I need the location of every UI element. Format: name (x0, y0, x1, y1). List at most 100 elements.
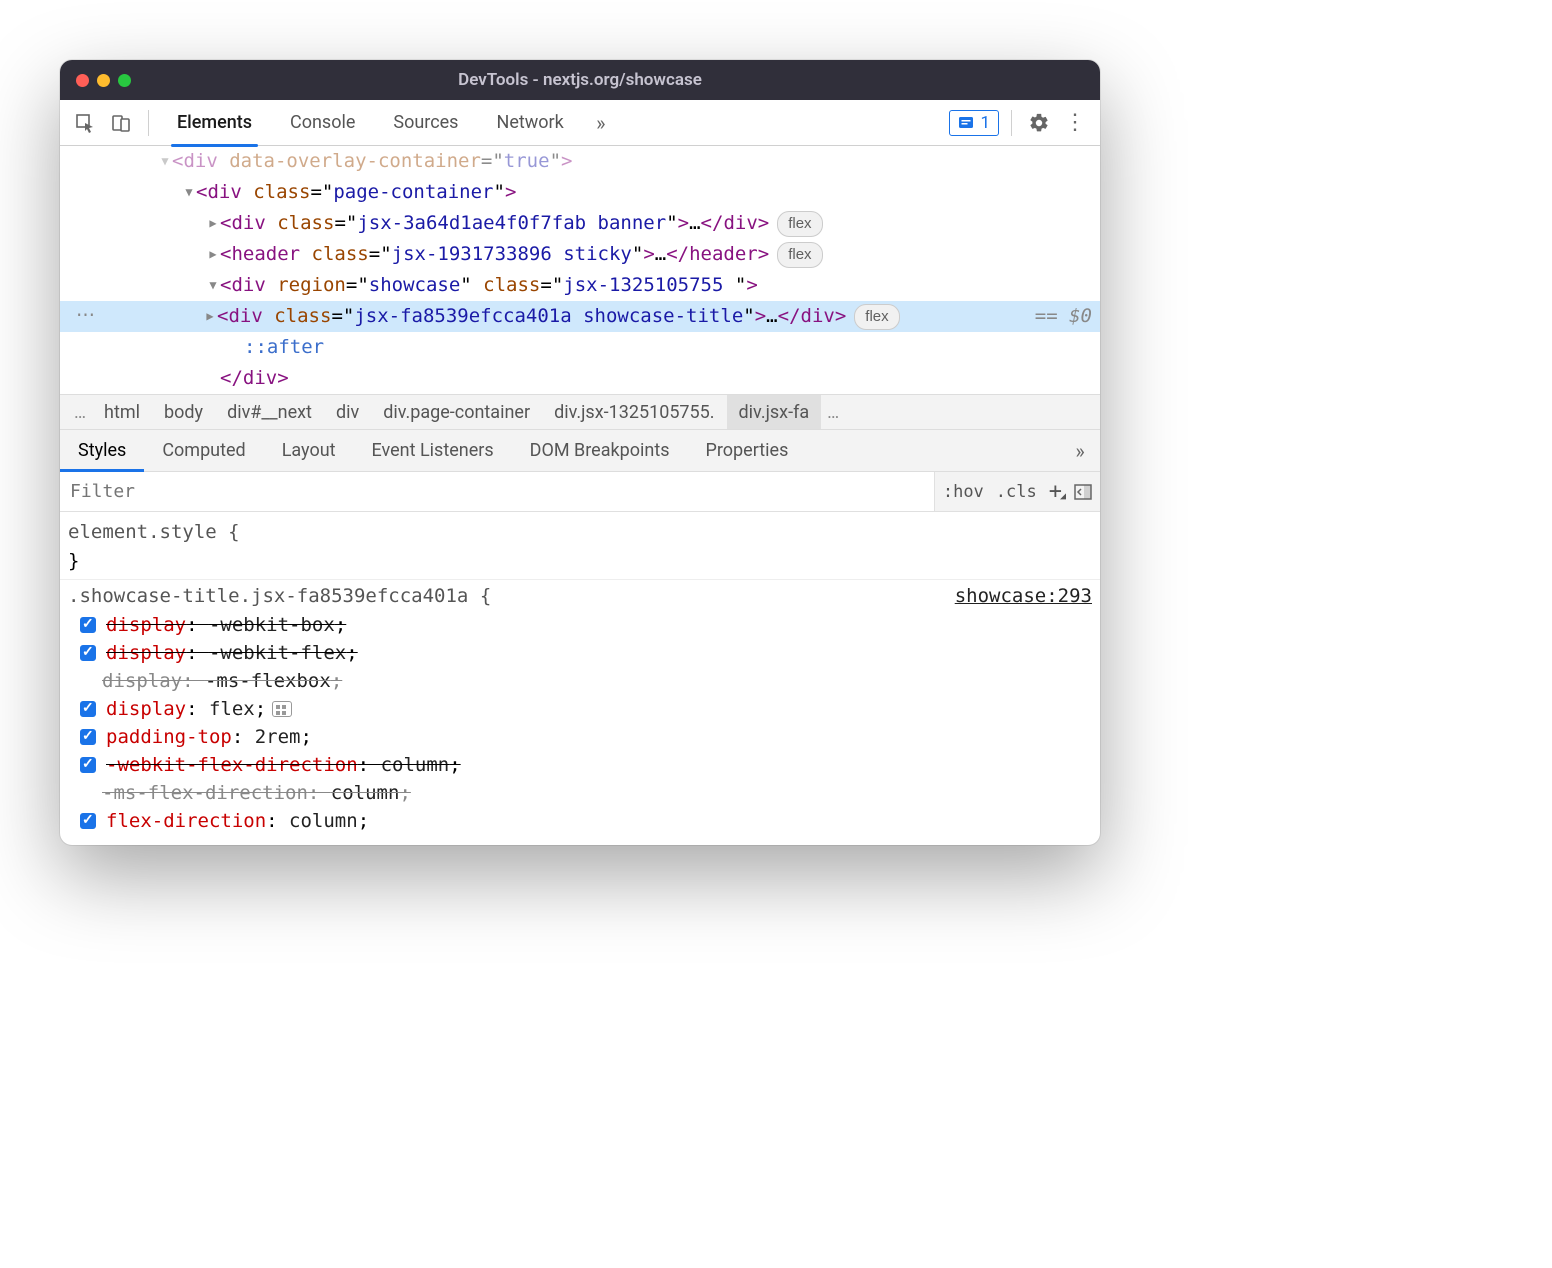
css-value: column (289, 810, 358, 832)
dom-row[interactable]: ▼<div region="showcase" class="jsx-13251… (60, 270, 1100, 301)
tab-sources[interactable]: Sources (377, 100, 474, 146)
styles-pane: element.style { } .showcase-title.jsx-fa… (60, 512, 1100, 845)
breadcrumb-leading-overflow[interactable]: … (68, 402, 92, 423)
selected-dollar-zero: == $0 (1035, 301, 1100, 331)
kebab-menu-icon[interactable]: ⋮ (1060, 108, 1090, 138)
close-window-button[interactable] (76, 74, 89, 87)
breadcrumb-item-selected[interactable]: div.jsx-fa (727, 395, 822, 429)
subtab-layout[interactable]: Layout (264, 430, 354, 471)
dom-node-html: <div class="jsx-fa8539efcca401a showcase… (217, 301, 846, 331)
row-actions-icon[interactable]: ⋯ (70, 301, 97, 331)
dom-node-html: ::after (244, 332, 324, 362)
breadcrumb-item[interactable]: body (152, 395, 215, 429)
dom-row[interactable]: ▶<div class="jsx-3a64d1ae4f0f7fab banner… (60, 208, 1100, 239)
selector-text: element.style (68, 518, 217, 547)
source-link[interactable]: showcase:293 (955, 582, 1092, 611)
breadcrumb-trailing-overflow[interactable]: … (821, 402, 845, 423)
dom-node-html: </div> (220, 363, 289, 393)
dom-row[interactable]: ::after (60, 332, 1100, 363)
layout-badge[interactable]: flex (777, 242, 822, 268)
css-value: flex (209, 698, 255, 720)
css-property: display (102, 670, 182, 692)
dom-row[interactable]: ▼<div class="page-container"> (60, 177, 1100, 208)
subtab-styles[interactable]: Styles (60, 430, 144, 471)
separator (148, 110, 149, 136)
settings-icon[interactable] (1024, 108, 1054, 138)
styles-filter-bar: :hov .cls +◢ (60, 472, 1100, 512)
expand-twisty-icon[interactable]: ▼ (206, 276, 220, 295)
css-property: -webkit-flex-direction (106, 754, 358, 776)
subtab-computed[interactable]: Computed (144, 430, 263, 471)
issues-button[interactable]: 1 (949, 110, 999, 136)
css-property: display (106, 614, 186, 636)
styles-tabs: Styles Computed Layout Event Listeners D… (60, 430, 1100, 472)
more-subtabs-icon[interactable]: » (1070, 436, 1100, 466)
dom-row[interactable]: </div> (60, 363, 1100, 394)
css-property: -ms-flex-direction (102, 782, 308, 804)
toggle-declaration-checkbox[interactable] (80, 645, 96, 661)
css-value: -ms-flexbox (205, 670, 331, 692)
style-declaration[interactable]: -webkit-flex-direction: column; (68, 751, 1092, 779)
css-property: padding-top (106, 726, 232, 748)
tab-elements[interactable]: Elements (161, 100, 268, 146)
toggle-hov-button[interactable]: :hov (943, 482, 984, 502)
rule-showcase-title[interactable]: .showcase-title.jsx-fa8539efcca401a { sh… (60, 579, 1100, 837)
breadcrumb: … html body div#__next div div.page-cont… (60, 394, 1100, 430)
flex-editor-icon[interactable] (272, 701, 292, 717)
expand-twisty-icon[interactable]: ▼ (182, 183, 196, 202)
dom-tree[interactable]: ▼<div data-overlay-container="true">▼<di… (60, 146, 1100, 394)
dom-row[interactable]: ▶<header class="jsx-1931733896 sticky">…… (60, 239, 1100, 270)
tab-console[interactable]: Console (274, 100, 371, 146)
toggle-declaration-checkbox[interactable] (80, 701, 96, 717)
css-property: display (106, 698, 186, 720)
expand-twisty-icon[interactable]: ▶ (206, 214, 220, 233)
tab-network[interactable]: Network (480, 100, 579, 146)
style-declaration[interactable]: display: flex; (68, 695, 1092, 723)
minimize-window-button[interactable] (97, 74, 110, 87)
rule-element-style[interactable]: element.style { } (60, 516, 1100, 579)
style-declaration[interactable]: flex-direction: column; (68, 807, 1092, 835)
new-style-rule-icon[interactable]: +◢ (1049, 479, 1062, 504)
expand-twisty-icon[interactable]: ▶ (203, 307, 217, 326)
layout-badge[interactable]: flex (777, 211, 822, 237)
issues-count: 1 (980, 113, 990, 133)
layout-badge[interactable]: flex (854, 304, 899, 330)
breadcrumb-item[interactable]: div.page-container (371, 395, 542, 429)
devtools-window: DevTools - nextjs.org/showcase Elements … (60, 60, 1100, 845)
styles-filter-input[interactable] (60, 472, 934, 511)
toggle-declaration-checkbox[interactable] (80, 617, 96, 633)
dom-row[interactable]: ⋯ ▶<div class="jsx-fa8539efcca401a showca… (60, 301, 1100, 332)
device-toggle-icon[interactable] (106, 108, 136, 138)
more-tabs-icon[interactable]: » (586, 108, 616, 138)
css-value: 2rem (255, 726, 301, 748)
toggle-declaration-checkbox[interactable] (80, 729, 96, 745)
window-controls (76, 74, 131, 87)
breadcrumb-item[interactable]: div (324, 395, 371, 429)
breadcrumb-item[interactable]: div.jsx-1325105755. (542, 395, 726, 429)
subtab-dom-breakpoints[interactable]: DOM Breakpoints (512, 430, 688, 471)
style-declaration[interactable]: padding-top: 2rem; (68, 723, 1092, 751)
maximize-window-button[interactable] (118, 74, 131, 87)
breadcrumb-item[interactable]: html (92, 395, 152, 429)
toggle-cls-button[interactable]: .cls (996, 482, 1037, 502)
dom-node-html: <div data-overlay-container="true"> (172, 146, 572, 176)
dom-node-html: <header class="jsx-1931733896 sticky">…<… (220, 239, 769, 269)
subtab-properties[interactable]: Properties (688, 430, 807, 471)
breadcrumb-item[interactable]: div#__next (215, 395, 324, 429)
toggle-declaration-checkbox[interactable] (80, 813, 96, 829)
inspect-icon[interactable] (70, 108, 100, 138)
style-declaration[interactable]: display: -webkit-flex; (68, 639, 1092, 667)
style-declaration[interactable]: -ms-flex-direction: column; (68, 779, 1092, 807)
subtab-event-listeners[interactable]: Event Listeners (354, 430, 512, 471)
css-property: display (106, 642, 186, 664)
dom-row[interactable]: ▼<div data-overlay-container="true"> (60, 146, 1100, 177)
toggle-declaration-checkbox[interactable] (80, 757, 96, 773)
style-declaration[interactable]: display: -ms-flexbox; (68, 667, 1092, 695)
css-value: column (381, 754, 450, 776)
dom-node-html: <div region="showcase" class="jsx-132510… (220, 270, 758, 300)
style-declaration[interactable]: display: -webkit-box; (68, 611, 1092, 639)
toggle-computed-sidebar-icon[interactable] (1074, 483, 1092, 501)
expand-twisty-icon[interactable]: ▼ (158, 152, 172, 171)
window-title: DevTools - nextjs.org/showcase (60, 70, 1100, 90)
expand-twisty-icon[interactable]: ▶ (206, 245, 220, 264)
